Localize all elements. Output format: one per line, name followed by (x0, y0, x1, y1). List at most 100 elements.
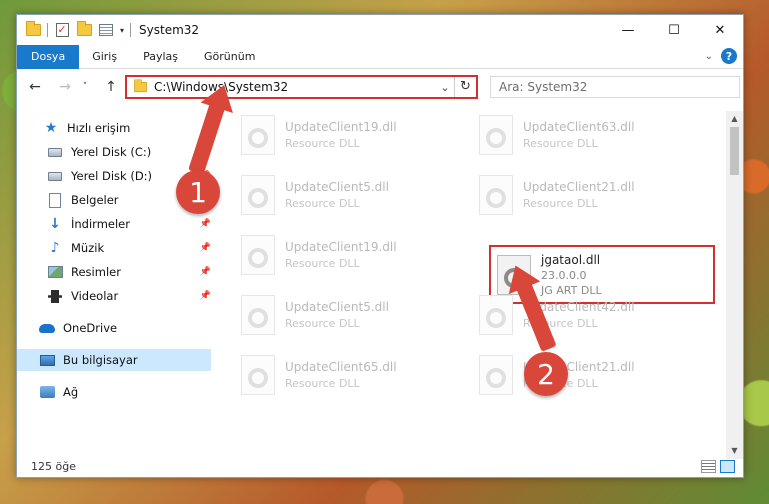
large-icons-view-icon[interactable] (720, 460, 735, 473)
sidebar-item-label: Videolar (71, 289, 119, 303)
folder-icon (25, 21, 41, 38)
pin-icon[interactable]: 📌 (200, 243, 211, 253)
network-icon (39, 384, 55, 400)
view-switcher (701, 460, 735, 473)
sidebar-item-pictures[interactable]: Resimler 📌 (47, 261, 211, 283)
item-count: 125 öğe (31, 459, 76, 473)
sidebar-item-label: Hızlı erişim (67, 121, 131, 135)
recent-locations-chevron-icon[interactable]: ˅ (75, 76, 95, 98)
cloud-icon (39, 320, 55, 336)
drive-icon (47, 144, 63, 160)
file-tile[interactable]: UpdateClient65.dll Resource DLL (241, 351, 461, 399)
pin-icon[interactable]: 📌 (200, 267, 211, 277)
sidebar-item-network[interactable]: Ağ (39, 381, 211, 403)
address-path[interactable]: C:\Windows\System32 (154, 80, 436, 94)
callout-badge-2: 2 (524, 352, 568, 396)
dll-file-icon (241, 175, 275, 215)
details-view-icon[interactable] (701, 460, 716, 473)
sidebar-item-music[interactable]: ♪ Müzik 📌 (47, 237, 211, 259)
explorer-window: ✓ ▾ System32 — ☐ ✕ Dosya Giriş Paylaş Gö… (16, 14, 744, 478)
sidebar-item-label: Bu bilgisayar (63, 353, 138, 367)
sidebar-item-this-pc[interactable]: Bu bilgisayar (17, 349, 211, 371)
properties-icon[interactable] (98, 22, 114, 38)
properties-check-icon[interactable]: ✓ (54, 22, 70, 38)
status-bar: 125 öğe (17, 455, 743, 477)
file-tile[interactable]: UpdateClient19.dll Resource DLL (241, 231, 461, 279)
expand-ribbon-chevron-icon[interactable]: ⌄ (705, 51, 713, 62)
pin-icon[interactable]: 📌 (200, 219, 211, 229)
dll-file-icon (479, 355, 513, 395)
file-tile[interactable]: UpdateClient42.dll Resource DLL (479, 291, 699, 339)
file-tile[interactable]: UpdateClient21.dllResource DLL (479, 351, 699, 399)
document-icon (47, 192, 63, 208)
navigation-bar: ← → ˅ ↑ C:\Windows\System32 ⌄ ↻ Ara: Sys… (17, 73, 743, 101)
minimize-button[interactable]: — (605, 15, 651, 45)
file-description: Resource DLL (523, 137, 598, 150)
video-icon (47, 288, 63, 304)
tab-view[interactable]: Görünüm (191, 45, 268, 69)
dll-file-icon (479, 295, 513, 335)
navigation-pane: ★ Hızlı erişim Yerel Disk (C:) 📌 Yerel D… (17, 111, 213, 459)
file-list: UpdateClient19.dll Resource DLL UpdateCli… (229, 111, 729, 457)
sidebar-item-label: OneDrive (63, 321, 118, 335)
file-description: Resource DLL (285, 137, 360, 150)
tab-share[interactable]: Paylaş (130, 45, 191, 69)
sidebar-item-downloads[interactable]: ↓ İndirmeler 📌 (47, 213, 211, 235)
file-name: UpdateClient21.dll (523, 180, 635, 194)
scroll-up-arrow-icon[interactable]: ▲ (726, 111, 743, 127)
scrollbar-thumb[interactable] (730, 127, 739, 175)
file-description: Resource DLL (285, 257, 360, 270)
back-button[interactable]: ← (25, 76, 45, 98)
search-placeholder: Ara: System32 (499, 80, 588, 94)
file-name: UpdateClient19.dll (285, 240, 397, 254)
search-input[interactable]: Ara: System32 (490, 76, 740, 98)
pictures-icon (47, 264, 63, 280)
quick-access-toolbar: ✓ ▾ (17, 21, 132, 38)
file-description: Resource DLL (285, 317, 360, 330)
callout-badge-1: 1 (176, 170, 220, 214)
close-button[interactable]: ✕ (697, 15, 743, 45)
file-name: UpdateClient5.dll (285, 300, 389, 314)
tab-file[interactable]: Dosya (17, 44, 80, 69)
new-folder-icon[interactable] (76, 21, 92, 38)
dll-file-icon (241, 115, 275, 155)
sidebar-item-label: Ağ (63, 385, 79, 399)
sidebar-item-local-disk-c[interactable]: Yerel Disk (C:) 📌 (47, 141, 211, 163)
sidebar-item-label: İndirmeler (71, 217, 130, 231)
download-icon: ↓ (49, 216, 61, 232)
sidebar-item-onedrive[interactable]: OneDrive (39, 317, 211, 339)
vertical-scrollbar[interactable]: ▲ ▼ (726, 111, 743, 459)
sidebar-item-label: Yerel Disk (D:) (71, 169, 153, 183)
file-description: Resource DLL (523, 197, 598, 210)
dll-file-icon (241, 355, 275, 395)
folder-icon (134, 79, 147, 93)
window-controls: — ☐ ✕ (605, 15, 743, 45)
file-tile[interactable]: UpdateClient5.dll Resource DLL (241, 171, 461, 219)
file-tile[interactable]: UpdateClient19.dll Resource DLL (241, 111, 461, 159)
file-description: Resource DLL (285, 377, 360, 390)
file-name: UpdateClient19.dll (285, 120, 397, 134)
window-title: System32 (139, 23, 200, 37)
file-name: UpdateClient5.dll (285, 180, 389, 194)
sidebar-item-label: Müzik (71, 241, 105, 255)
customize-toolbar-chevron-icon[interactable]: ▾ (120, 26, 124, 35)
computer-icon (39, 352, 55, 368)
up-button[interactable]: ↑ (101, 76, 121, 98)
file-tile[interactable]: UpdateClient21.dll Resource DLL (479, 171, 699, 219)
ribbon-tabs: Dosya Giriş Paylaş Görünüm ⌄ ? (17, 44, 743, 69)
tab-home[interactable]: Giriş (79, 45, 130, 69)
pin-icon[interactable]: 📌 (200, 291, 211, 301)
sidebar-item-videos[interactable]: Videolar 📌 (47, 285, 211, 307)
address-bar[interactable]: C:\Windows\System32 ⌄ ↻ (125, 75, 478, 99)
file-tile[interactable]: UpdateClient5.dll Resource DLL (241, 291, 461, 339)
sidebar-item-quick-access[interactable]: ★ Hızlı erişim (43, 117, 211, 139)
forward-button[interactable]: → (55, 76, 75, 98)
sidebar-item-label: Yerel Disk (C:) (71, 145, 152, 159)
star-icon: ★ (44, 120, 58, 136)
toolbar-separator (47, 23, 48, 37)
address-dropdown-chevron-icon[interactable]: ⌄ (436, 81, 454, 94)
refresh-button[interactable]: ↻ (454, 77, 476, 97)
maximize-button[interactable]: ☐ (651, 15, 697, 45)
file-tile[interactable]: UpdateClient63.dll Resource DLL (479, 111, 699, 159)
help-icon[interactable]: ? (721, 48, 737, 64)
